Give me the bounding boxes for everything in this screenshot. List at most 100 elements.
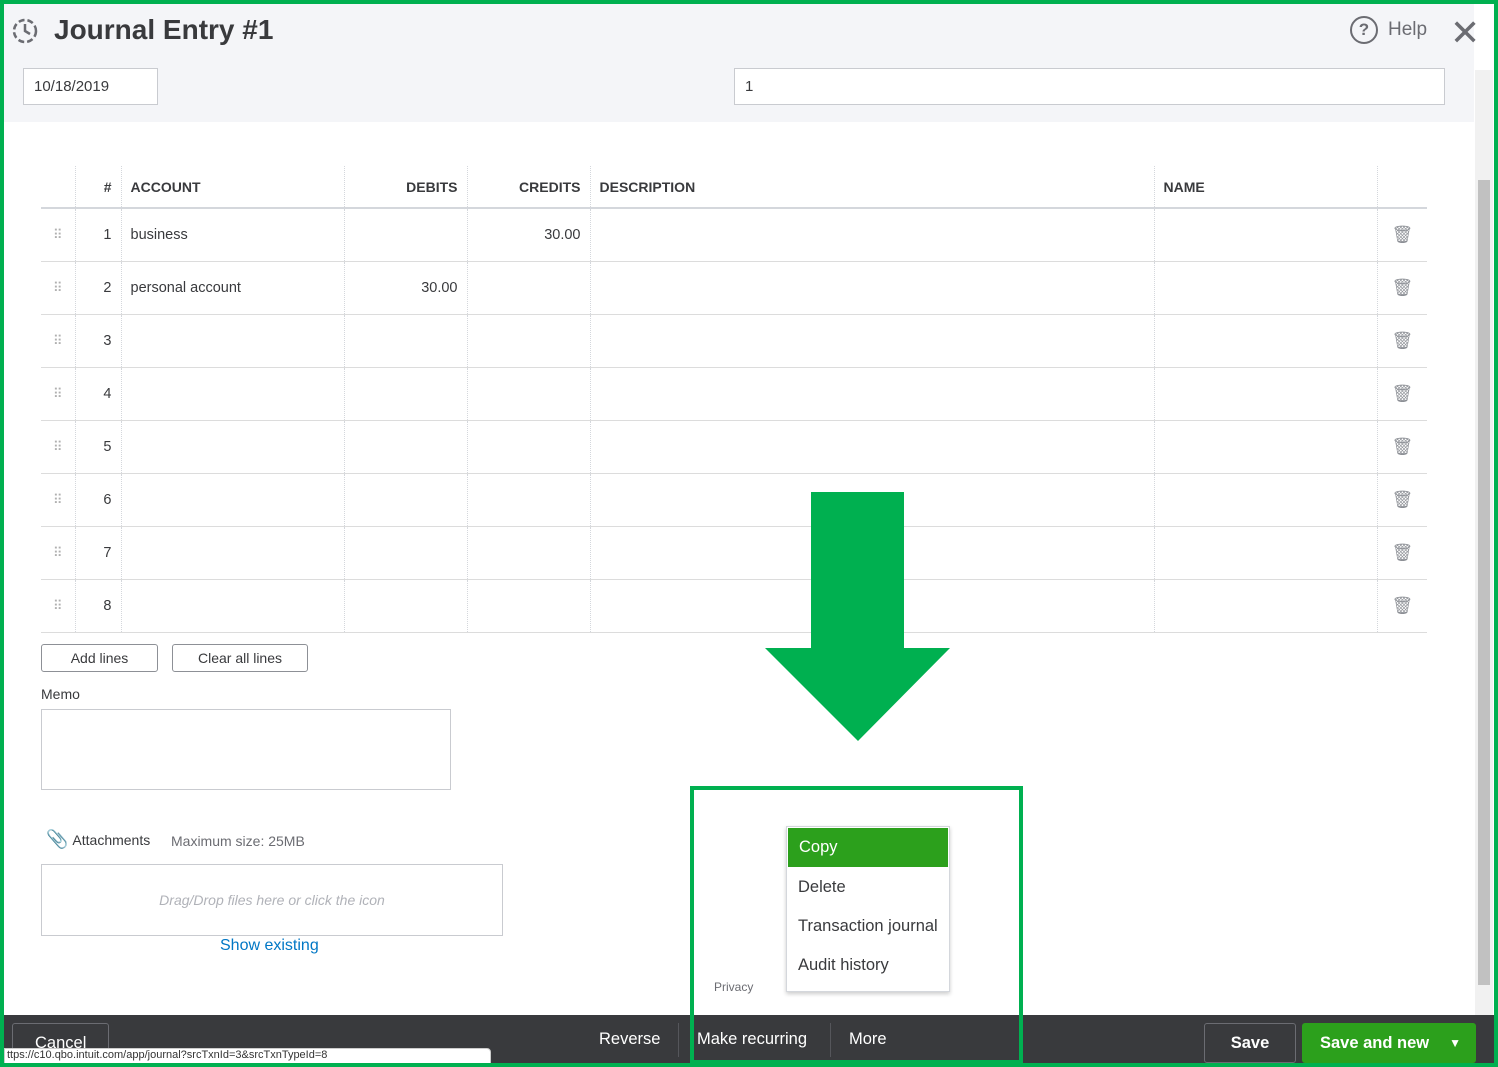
name-cell[interactable]: [1153, 367, 1377, 421]
page-title: Journal Entry #1: [54, 14, 274, 45]
drag-handle-icon[interactable]: ⠿: [41, 420, 75, 474]
scrollbar-thumb[interactable]: [1478, 180, 1490, 985]
line-number: 3: [74, 314, 121, 368]
name-cell[interactable]: [1153, 526, 1377, 580]
name-cell[interactable]: [1153, 473, 1377, 527]
annotation-arrow-icon: [765, 492, 950, 741]
attachments-label: Attachments: [72, 831, 151, 848]
journal-date-input[interactable]: 10/18/2019: [23, 68, 158, 105]
col-name: NAME: [1153, 166, 1377, 209]
trash-icon[interactable]: 🗑: [1376, 526, 1427, 580]
table-row: ⠿ 3 🗑: [41, 314, 1427, 368]
drag-handle-icon[interactable]: ⠿: [41, 579, 75, 633]
credit-cell[interactable]: [466, 473, 590, 527]
line-number: 4: [74, 367, 121, 421]
chevron-down-icon[interactable]: ▼: [1449, 1036, 1461, 1050]
table-header: # ACCOUNT DEBITS CREDITS DESCRIPTION NAM…: [41, 166, 1427, 209]
credit-cell[interactable]: [466, 367, 590, 421]
line-number: 6: [74, 473, 121, 527]
account-cell[interactable]: [120, 473, 344, 527]
debit-cell[interactable]: [343, 367, 467, 421]
debit-cell[interactable]: [343, 314, 467, 368]
col-credits: CREDITS: [466, 166, 590, 209]
help-button[interactable]: ? Help: [1350, 16, 1427, 44]
description-cell[interactable]: [589, 367, 1154, 421]
name-cell[interactable]: [1153, 579, 1377, 633]
drag-handle-icon[interactable]: ⠿: [41, 314, 75, 368]
trash-icon[interactable]: 🗑: [1376, 579, 1427, 633]
close-icon[interactable]: ✕: [1450, 12, 1480, 54]
trash-icon[interactable]: 🗑: [1376, 367, 1427, 421]
credit-cell[interactable]: [466, 314, 590, 368]
attachments-header: 📎 Attachments: [46, 829, 150, 850]
drag-handle-icon[interactable]: ⠿: [41, 367, 75, 421]
trash-icon[interactable]: 🗑: [1376, 314, 1427, 368]
col-number: #: [74, 166, 121, 209]
trash-icon[interactable]: 🗑: [1376, 261, 1427, 315]
account-cell[interactable]: [120, 314, 344, 368]
drag-handle-icon[interactable]: ⠿: [41, 208, 75, 262]
debit-cell[interactable]: [343, 208, 467, 262]
debit-cell[interactable]: [343, 579, 467, 633]
credit-cell[interactable]: [466, 526, 590, 580]
debit-cell[interactable]: [343, 526, 467, 580]
reverse-button[interactable]: Reverse: [599, 1015, 660, 1063]
save-and-new-label: Save and new: [1320, 1033, 1430, 1052]
status-url: ttps://c10.qbo.intuit.com/app/journal?sr…: [4, 1048, 491, 1064]
table-row: ⠿ 7 🗑: [41, 526, 1427, 580]
attachment-dropzone[interactable]: Drag/Drop files here or click the icon: [41, 864, 503, 936]
debit-cell[interactable]: [343, 473, 467, 527]
description-cell[interactable]: [589, 261, 1154, 315]
divider: [678, 1023, 679, 1057]
name-cell[interactable]: [1153, 420, 1377, 474]
description-cell[interactable]: [589, 208, 1154, 262]
table-row: ⠿ 5 🗑: [41, 420, 1427, 474]
debit-cell[interactable]: [343, 420, 467, 474]
scrollbar[interactable]: [1475, 70, 1493, 1015]
save-button[interactable]: Save: [1204, 1023, 1296, 1063]
line-number: 7: [74, 526, 121, 580]
trash-icon[interactable]: 🗑: [1376, 208, 1427, 262]
line-number: 8: [74, 579, 121, 633]
memo-label: Memo: [41, 686, 80, 702]
debit-cell[interactable]: 30.00: [343, 261, 467, 315]
journal-no-input[interactable]: 1: [734, 68, 1445, 105]
help-icon: ?: [1350, 16, 1378, 44]
save-and-new-button[interactable]: Save and new ▼: [1302, 1023, 1476, 1063]
account-cell[interactable]: [120, 367, 344, 421]
description-cell[interactable]: [589, 420, 1154, 474]
drag-handle-icon[interactable]: ⠿: [41, 473, 75, 527]
account-cell[interactable]: [120, 579, 344, 633]
account-cell[interactable]: personal account: [120, 261, 344, 315]
name-cell[interactable]: [1153, 208, 1377, 262]
account-cell[interactable]: business: [120, 208, 344, 262]
table-row: ⠿ 6 🗑: [41, 473, 1427, 527]
name-cell[interactable]: [1153, 261, 1377, 315]
add-lines-button[interactable]: Add lines: [41, 644, 158, 672]
trash-icon[interactable]: 🗑: [1376, 420, 1427, 474]
line-number: 1: [74, 208, 121, 262]
drag-handle-icon[interactable]: ⠿: [41, 526, 75, 580]
show-existing-link[interactable]: Show existing: [220, 937, 319, 955]
history-icon[interactable]: [10, 16, 40, 46]
clear-all-lines-button[interactable]: Clear all lines: [172, 644, 308, 672]
memo-input[interactable]: [41, 709, 451, 790]
credit-cell[interactable]: [466, 261, 590, 315]
help-label: Help: [1388, 19, 1428, 40]
table-row: ⠿ 8 🗑: [41, 579, 1427, 633]
account-cell[interactable]: [120, 420, 344, 474]
credit-cell[interactable]: [466, 420, 590, 474]
drag-handle-icon[interactable]: ⠿: [41, 261, 75, 315]
credit-cell[interactable]: 30.00: [466, 208, 590, 262]
account-cell[interactable]: [120, 526, 344, 580]
name-cell[interactable]: [1153, 314, 1377, 368]
line-number: 2: [74, 261, 121, 315]
table-row: ⠿ 2 personal account 30.00 🗑: [41, 261, 1427, 315]
line-number: 5: [74, 420, 121, 474]
description-cell[interactable]: [589, 314, 1154, 368]
credit-cell[interactable]: [466, 579, 590, 633]
trash-icon[interactable]: 🗑: [1376, 473, 1427, 527]
col-debits: DEBITS: [343, 166, 467, 209]
journal-lines-table: # ACCOUNT DEBITS CREDITS DESCRIPTION NAM…: [41, 166, 1427, 633]
col-account: ACCOUNT: [120, 166, 344, 209]
